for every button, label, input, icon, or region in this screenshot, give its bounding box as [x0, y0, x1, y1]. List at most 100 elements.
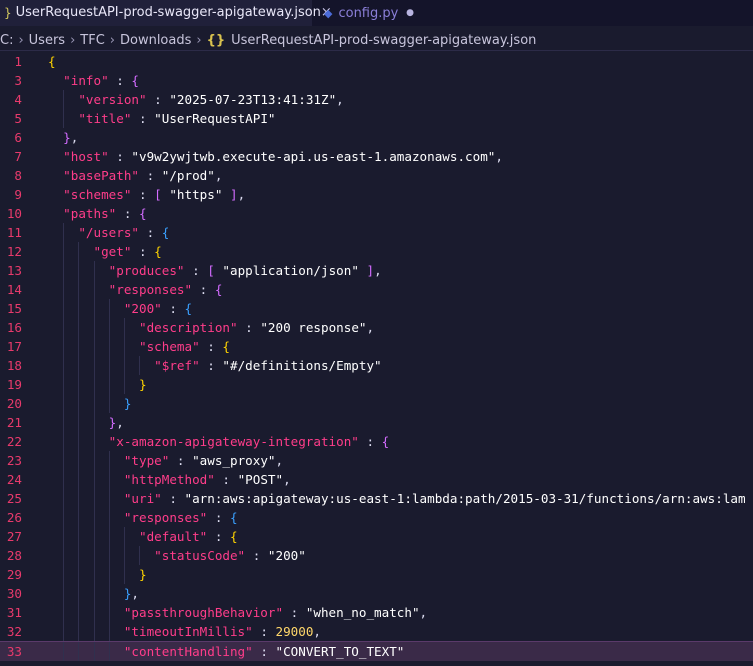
code-line[interactable]: 13 "produces" : [ "application/json" ],	[0, 261, 753, 280]
tab-label: UserRequestAPI-prod-swagger-apigateway.j…	[15, 5, 321, 20]
code-line[interactable]: 22 "x-amazon-apigateway-integration" : {	[0, 432, 753, 451]
code-text: "uri" : "arn:aws:apigateway:us-east-1:la…	[48, 489, 746, 508]
code-line[interactable]: 3 "info" : {	[0, 71, 753, 90]
code-line[interactable]: 6 },	[0, 128, 753, 147]
line-number: 31	[6, 605, 22, 620]
code-line[interactable]: 31 "passthroughBehavior" : "when_no_matc…	[0, 603, 753, 622]
line-number: 22	[6, 434, 22, 449]
code-token: "UserRequestAPI"	[154, 111, 276, 126]
tab-config-py[interactable]: ◆ config.py ●	[312, 0, 432, 26]
code-token: "httpMethod"	[123, 472, 215, 487]
line-number: 11	[6, 225, 22, 240]
tab-swagger-json[interactable]: } UserRequestAPI-prod-swagger-apigateway…	[0, 0, 332, 26]
code-token: ,	[70, 130, 79, 145]
code-token: "schemes"	[63, 187, 132, 202]
breadcrumb-item[interactable]: UserRequestAPI-prod-swagger-apigateway.j…	[231, 33, 536, 48]
line-number: 25	[6, 491, 22, 506]
code-token: ,	[131, 586, 140, 601]
code-line[interactable]: 21 },	[0, 413, 753, 432]
code-token: "when_no_match"	[305, 605, 420, 620]
line-number: 19	[6, 377, 22, 392]
code-token: :	[184, 263, 208, 278]
code-line[interactable]: 10 "paths" : {	[0, 204, 753, 223]
breadcrumb-item[interactable]: Downloads	[120, 33, 191, 48]
code-line[interactable]: 7 "host" : "v9w2ywjtwb.execute-api.us-ea…	[0, 147, 753, 166]
code-line[interactable]: 16 "description" : "200 response",	[0, 318, 753, 337]
code-token: ,	[275, 453, 284, 468]
code-token: }	[139, 567, 147, 582]
code-line[interactable]: 18 "$ref" : "#/definitions/Empty"	[0, 356, 753, 375]
code-line[interactable]: 1{	[0, 52, 753, 71]
code-line[interactable]: 30 },	[0, 584, 753, 603]
code-line[interactable]: 15 "200" : {	[0, 299, 753, 318]
code-line[interactable]: 12 "get" : {	[0, 242, 753, 261]
code-line[interactable]: 4 "version" : "2025-07-23T13:41:31Z",	[0, 90, 753, 109]
code-line[interactable]: 17 "schema" : {	[0, 337, 753, 356]
code-token: "#/definitions/Empty"	[222, 358, 382, 373]
code-token: ,	[116, 415, 124, 430]
line-number: 1	[14, 54, 22, 69]
line-number: 10	[6, 206, 22, 221]
breadcrumb-item[interactable]: TFC	[80, 33, 105, 48]
line-number: 4	[14, 92, 22, 107]
code-token: "https"	[161, 187, 231, 202]
line-number: 23	[6, 453, 22, 468]
code-line[interactable]: 19 }	[0, 375, 753, 394]
code-token: "schema"	[139, 339, 200, 354]
code-token: "200 response"	[260, 320, 367, 335]
line-number: 33	[6, 644, 22, 659]
code-editor[interactable]: 1{3 "info" : {4 "version" : "2025-07-23T…	[0, 50, 753, 666]
code-line[interactable]: 32 "timeoutInMillis" : 29000,	[0, 622, 753, 641]
breadcrumb: C: › Users › TFC › Downloads › {} UserRe…	[0, 30, 753, 50]
breadcrumb-item[interactable]: Users	[29, 33, 65, 48]
code-text: "type" : "aws_proxy",	[48, 451, 283, 470]
unsaved-dot-icon[interactable]: ●	[406, 8, 414, 18]
code-token: :	[108, 149, 132, 164]
code-line[interactable]: 14 "responses" : {	[0, 280, 753, 299]
code-token: ,	[419, 605, 428, 620]
code-line[interactable]: 20 }	[0, 394, 753, 413]
code-line[interactable]: 5 "title" : "UserRequestAPI"	[0, 109, 753, 128]
code-token: "aws_proxy"	[192, 453, 276, 468]
code-token: "200"	[267, 548, 306, 563]
code-token: :	[131, 244, 155, 259]
code-line[interactable]: 28 "statusCode" : "200"	[0, 546, 753, 565]
code-line[interactable]: 9 "schemes" : [ "https" ],	[0, 185, 753, 204]
code-line[interactable]: 24 "httpMethod" : "POST",	[0, 470, 753, 489]
code-token: "v9w2ywjtwb.execute-api.us-east-1.amazon…	[131, 149, 496, 164]
code-line[interactable]: 27 "default" : {	[0, 527, 753, 546]
code-token: :	[199, 358, 223, 373]
code-line[interactable]: 25 "uri" : "arn:aws:apigateway:us-east-1…	[0, 489, 753, 508]
code-token: "paths"	[63, 206, 117, 221]
code-line[interactable]: 11 "/users" : {	[0, 223, 753, 242]
code-line[interactable]: 33 "contentHandling" : "CONVERT_TO_TEXT"	[0, 641, 753, 661]
json-file-icon: {}	[206, 32, 226, 48]
code-token: :	[169, 453, 193, 468]
code-line[interactable]: 8 "basePath" : "/prod",	[0, 166, 753, 185]
code-token: :	[237, 320, 261, 335]
code-token: "application/json"	[214, 263, 367, 278]
code-token: 29000	[275, 624, 314, 639]
code-line[interactable]: 26 "responses" : {	[0, 508, 753, 527]
breadcrumb-item[interactable]: C:	[0, 33, 13, 48]
json-file-icon: }	[4, 5, 12, 20]
code-token: "timeoutInMillis"	[123, 624, 253, 639]
code-line[interactable]: 29 }	[0, 565, 753, 584]
code-text: "/users" : {	[48, 223, 169, 242]
code-text: "schema" : {	[48, 337, 230, 356]
code-token: "produces"	[108, 263, 185, 278]
code-line[interactable]: 23 "type" : "aws_proxy",	[0, 451, 753, 470]
